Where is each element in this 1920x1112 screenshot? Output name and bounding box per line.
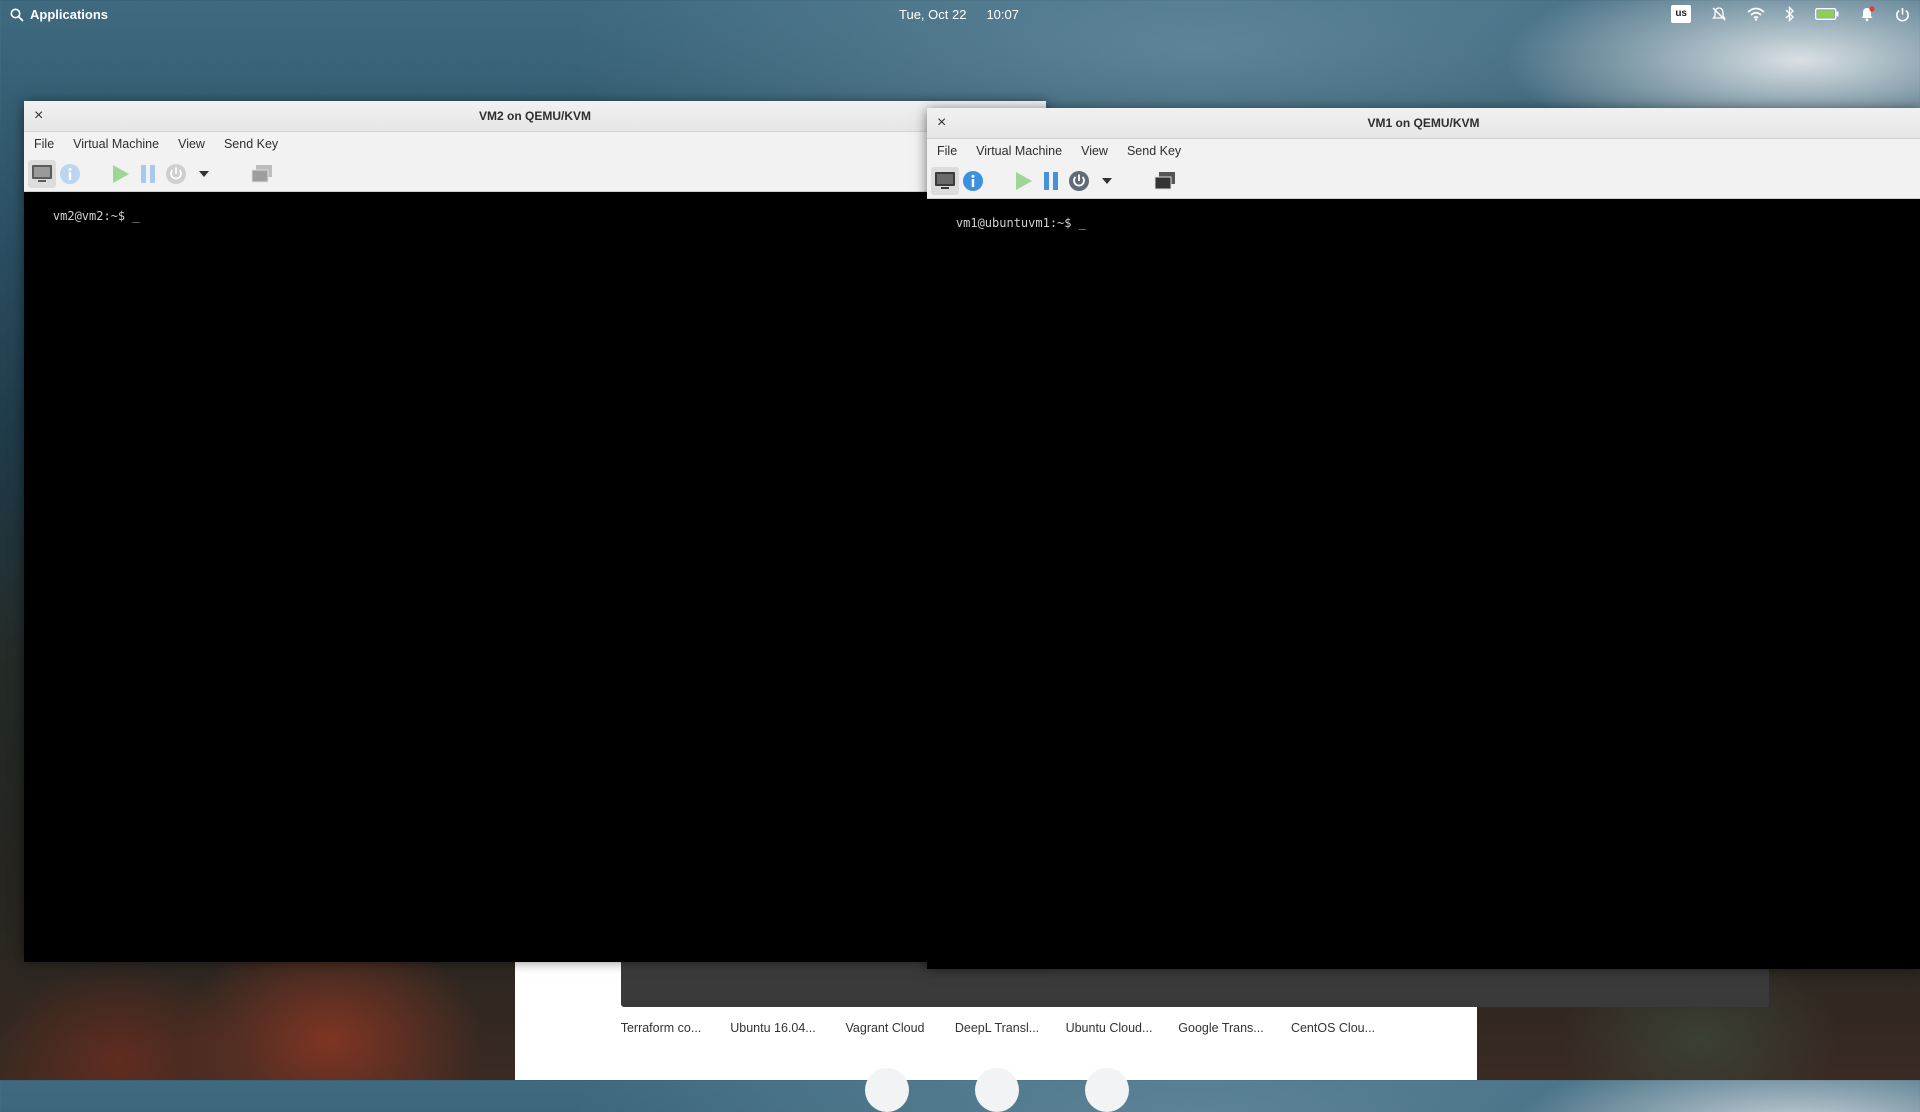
vm1-menubar: File Virtual Machine View Send Key bbox=[927, 139, 1920, 163]
power-icon bbox=[1069, 170, 1089, 191]
pause-button[interactable] bbox=[134, 160, 162, 188]
vm2-titlebar[interactable]: × VM2 on QEMU/KVM bbox=[24, 101, 1046, 132]
time-label: 10:07 bbox=[986, 7, 1019, 22]
close-icon[interactable]: × bbox=[937, 108, 946, 138]
power-icon[interactable] bbox=[1895, 7, 1910, 22]
vm1-titlebar[interactable]: × VM1 on QEMU/KVM bbox=[927, 108, 1920, 139]
details-button[interactable] bbox=[56, 160, 84, 188]
date-label: Tue, Oct 22 bbox=[899, 7, 967, 22]
search-icon bbox=[10, 8, 24, 22]
power-icon bbox=[166, 163, 186, 184]
vm2-toolbar bbox=[24, 156, 1046, 192]
notification-bell-icon[interactable] bbox=[1859, 6, 1875, 22]
menu-send-key[interactable]: Send Key bbox=[224, 137, 278, 151]
browser-window-background: Terraform co... Ubuntu 16.04... Vagrant … bbox=[515, 950, 1769, 1112]
close-icon[interactable]: × bbox=[34, 101, 43, 131]
shutdown-menu-button[interactable] bbox=[1093, 167, 1121, 195]
shutdown-button[interactable] bbox=[162, 160, 190, 188]
menu-virtual-machine[interactable]: Virtual Machine bbox=[73, 137, 159, 151]
notifications-muted-icon[interactable] bbox=[1711, 6, 1727, 22]
monitor-icon bbox=[32, 164, 52, 182]
shutdown-button[interactable] bbox=[1065, 167, 1093, 195]
fullscreen-button[interactable] bbox=[1151, 167, 1179, 195]
console-view-button[interactable] bbox=[28, 159, 56, 188]
menu-file[interactable]: File bbox=[937, 144, 957, 158]
shortcut-deepl[interactable]: DeepL Transl... bbox=[941, 1021, 1053, 1035]
details-button[interactable] bbox=[959, 167, 987, 195]
vm1-toolbar bbox=[927, 163, 1920, 199]
monitor-icon bbox=[935, 171, 955, 189]
system-tray: us bbox=[1671, 5, 1910, 23]
shortcut-google-translate[interactable]: Google Trans... bbox=[1165, 1021, 1277, 1035]
top-panel: Applications Tue, Oct 22 10:07 us bbox=[0, 0, 1920, 30]
menu-file[interactable]: File bbox=[34, 137, 54, 151]
battery-icon[interactable] bbox=[1815, 8, 1839, 20]
shutdown-menu-button[interactable] bbox=[190, 160, 218, 188]
bluetooth-icon[interactable] bbox=[1785, 6, 1795, 22]
vm2-shell-prompt: vm2@vm2:~$ _ bbox=[52, 209, 140, 223]
play-icon bbox=[1016, 171, 1032, 190]
chevron-down-icon bbox=[1102, 177, 1112, 184]
shortcut-bubble[interactable] bbox=[865, 1068, 909, 1112]
console-view-button[interactable] bbox=[931, 166, 959, 195]
run-button[interactable] bbox=[106, 160, 134, 188]
play-icon bbox=[113, 164, 129, 183]
shortcut-centos-cloud[interactable]: CentOS Clou... bbox=[1277, 1021, 1389, 1035]
vm1-window: × VM1 on QEMU/KVM File Virtual Machine V… bbox=[927, 108, 1920, 969]
shortcut-vagrant-cloud[interactable]: Vagrant Cloud bbox=[829, 1021, 941, 1035]
wifi-icon[interactable] bbox=[1747, 7, 1765, 21]
menu-view[interactable]: View bbox=[1081, 144, 1108, 158]
menu-send-key[interactable]: Send Key bbox=[1127, 144, 1181, 158]
pause-button[interactable] bbox=[1037, 167, 1065, 195]
vm1-shell-prompt: vm1@ubuntuvm1:~$ _ bbox=[955, 216, 1086, 230]
clock[interactable]: Tue, Oct 22 10:07 bbox=[899, 7, 1019, 22]
info-icon bbox=[963, 170, 983, 191]
fullscreen-button[interactable] bbox=[248, 160, 276, 188]
vm2-console[interactable]: vm2@vm2:~$ _ bbox=[24, 192, 1046, 962]
pause-icon bbox=[141, 164, 155, 183]
vm2-window: × VM2 on QEMU/KVM File Virtual Machine V… bbox=[24, 101, 1046, 962]
chevron-down-icon bbox=[199, 170, 209, 177]
run-button[interactable] bbox=[1009, 167, 1037, 195]
screens-icon bbox=[1154, 171, 1175, 189]
vm1-title: VM1 on QEMU/KVM bbox=[1367, 116, 1480, 130]
info-icon bbox=[60, 163, 80, 184]
shortcut-bubble[interactable] bbox=[1085, 1068, 1129, 1112]
screens-icon bbox=[251, 164, 272, 182]
shortcut-ubuntu-1604[interactable]: Ubuntu 16.04... bbox=[717, 1021, 829, 1035]
shortcut-bubble[interactable] bbox=[975, 1068, 1019, 1112]
shortcut-tiles: Terraform co... Ubuntu 16.04... Vagrant … bbox=[605, 1021, 1389, 1035]
vm1-console[interactable]: vm1@ubuntuvm1:~$ _ bbox=[927, 199, 1920, 969]
vm2-title: VM2 on QEMU/KVM bbox=[478, 109, 591, 123]
menu-virtual-machine[interactable]: Virtual Machine bbox=[976, 144, 1062, 158]
applications-label: Applications bbox=[30, 7, 109, 22]
pause-icon bbox=[1044, 171, 1058, 190]
shortcut-ubuntu-cloud[interactable]: Ubuntu Cloud... bbox=[1053, 1021, 1165, 1035]
applications-menu[interactable]: Applications bbox=[10, 7, 108, 22]
menu-view[interactable]: View bbox=[178, 137, 205, 151]
vm2-menubar: File Virtual Machine View Send Key bbox=[24, 132, 1046, 156]
keyboard-layout-icon[interactable]: us bbox=[1671, 5, 1691, 23]
shortcut-terraform[interactable]: Terraform co... bbox=[605, 1021, 717, 1035]
